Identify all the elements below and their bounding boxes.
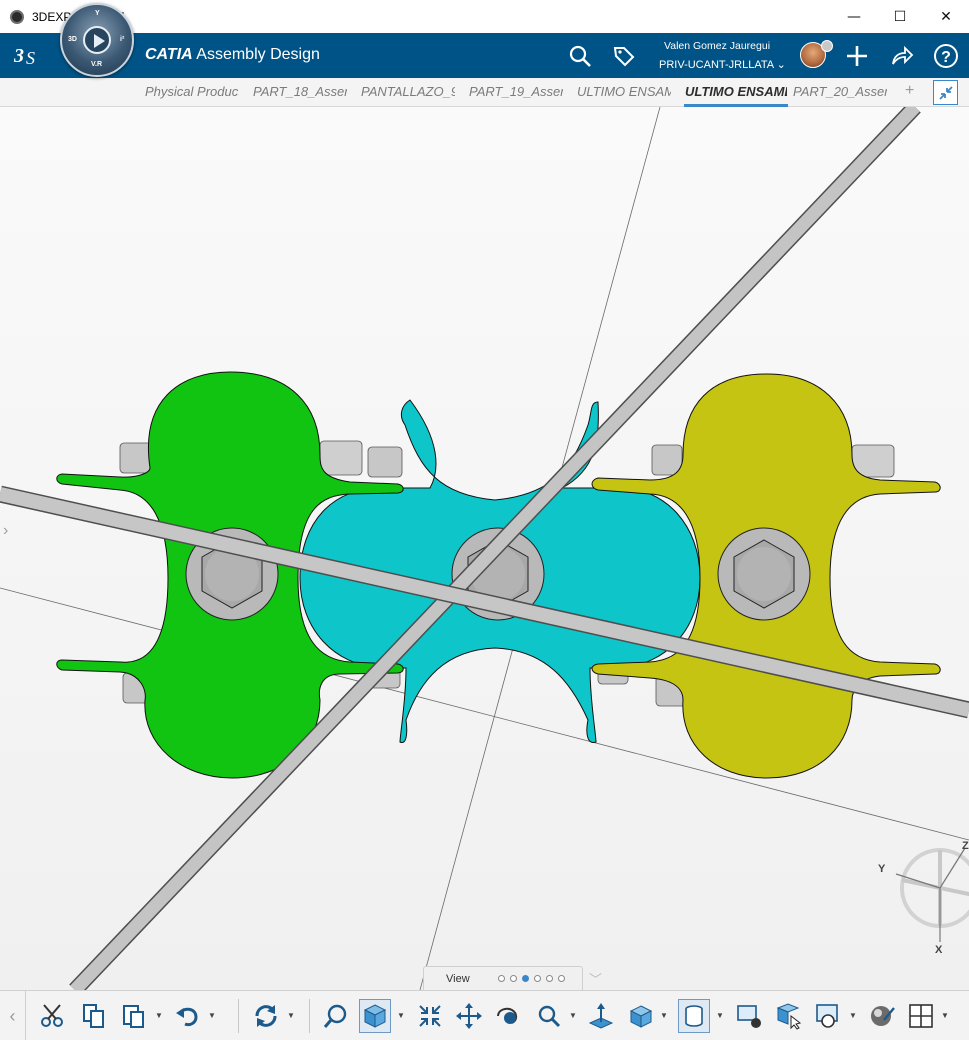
add-tab-button[interactable]: + [905,82,914,100]
tab-bar: Physical Product PART_18_Assembly PANTAL… [0,78,969,107]
chevron-down-icon[interactable]: ▼ [849,1011,857,1020]
app-title: CATIA Assembly Design [145,46,320,64]
compass-label-top: Y [95,10,100,17]
collapse-icon[interactable] [933,80,958,105]
axis-compass[interactable] [895,847,969,942]
view-cube-icon[interactable] [359,999,391,1033]
bolt-right[interactable] [717,527,811,621]
axis-y-label: Y [878,863,886,875]
play-icon[interactable] [83,26,111,54]
assembly-scene[interactable] [0,107,969,990]
view-pager[interactable]: View [423,966,583,990]
material-icon[interactable] [866,999,898,1033]
expand-panel-icon[interactable]: › [3,522,8,540]
view-pager-label: View [446,972,470,985]
axis-x-label: X [935,944,943,956]
pager-dot[interactable] [557,975,565,982]
maximize-button[interactable]: ☐ [877,0,923,33]
chevron-down-icon[interactable]: ▼ [716,1011,724,1020]
scroll-left-icon[interactable]: ‹ [0,991,26,1040]
chevron-down-icon[interactable]: ▼ [287,1011,295,1020]
compass-label-right: i² [120,36,125,43]
tag-icon[interactable] [610,42,638,70]
copy-icon[interactable] [78,999,110,1033]
tenant-selector[interactable]: PRIV-UCANT-JRLLATA ⌄ [659,58,786,71]
help-icon[interactable]: ? [932,42,960,70]
zoom-in-out-icon[interactable] [414,999,446,1033]
chevron-down-icon: ⌄ [776,59,786,71]
svg-text:S: S [26,48,35,68]
fit-all-icon[interactable] [320,999,352,1033]
app-window: 3DEXPERIENCE — ☐ ✕ 3 S CATIA Assembly De… [0,0,969,1040]
tenant-name: PRIV-UCANT-JRLLATA [659,59,774,71]
window-controls: — ☐ ✕ [831,0,969,33]
axis-z-label: Z [962,840,969,852]
render-icon[interactable] [625,999,657,1033]
paste-icon[interactable] [118,999,150,1033]
app-brand: CATIA [145,46,193,63]
compass-widget[interactable]: Y 3D i² V.R [60,3,134,77]
clipping-icon[interactable] [812,999,844,1033]
pager-dot[interactable] [545,975,553,982]
user-name[interactable]: Valen Gomez Jauregui [664,40,770,52]
compass-label-left: 3D [68,36,77,43]
pager-dot[interactable] [533,975,541,982]
chevron-down-icon[interactable]: ▼ [397,1011,405,1020]
tab-pantallazo-9[interactable]: PANTALLAZO_9 [361,84,455,99]
3dexperience-icon [10,9,24,24]
tab-part-19[interactable]: PART_19_Assembly [469,84,563,99]
view-pager-dots [497,975,565,982]
chevron-down-icon[interactable]: ▼ [660,1011,668,1020]
toolbar-separator [309,999,310,1033]
tab-ultimo-ensamblaje-active[interactable]: ULTIMO ENSAMBLAJE [685,84,787,99]
tab-part-20[interactable]: PART_20_Assembly [793,84,887,99]
tab-part-18[interactable]: PART_18_Assembly [253,84,347,99]
window-titlebar: 3DEXPERIENCE — ☐ ✕ [0,0,969,33]
chevron-down-icon[interactable]: ▼ [155,1011,163,1020]
3d-viewport[interactable]: › Y X Z [0,107,969,990]
chevron-down-icon[interactable]: ▼ [569,1011,577,1020]
select-icon[interactable] [772,999,804,1033]
app-header: 3 S CATIA Assembly Design Valen Gomez Ja… [0,33,969,78]
layout-icon[interactable] [905,999,937,1033]
compass-label-bottom: V.R [91,61,103,68]
chevron-down-icon[interactable]: ﹀ [589,969,602,988]
cylinder-icon[interactable] [678,999,710,1033]
cut-icon[interactable] [36,999,68,1033]
minimize-button[interactable]: — [831,0,877,33]
add-icon[interactable] [843,42,871,70]
status-badge [821,40,833,52]
pager-dot-active[interactable] [521,975,529,982]
undo-icon[interactable] [172,999,204,1033]
pager-dot[interactable] [509,975,517,982]
pan-icon[interactable] [453,999,485,1033]
action-bar: ‹ ▼ ▼ ▼ ▼ ▼ ▼ ▼ ▼ ▼ [0,990,969,1040]
pager-dot[interactable] [497,975,505,982]
app-name: Assembly Design [196,46,320,63]
zoom-icon[interactable] [533,999,565,1033]
view-mode-icon[interactable] [733,999,765,1033]
svg-text:3: 3 [13,45,24,67]
normal-view-icon[interactable] [585,999,617,1033]
ds-logo-icon[interactable]: 3 S [12,40,48,70]
update-icon[interactable] [250,999,282,1033]
chevron-down-icon[interactable]: ▼ [941,1011,949,1020]
search-icon[interactable] [566,42,594,70]
rotate-icon[interactable] [492,999,524,1033]
close-button[interactable]: ✕ [923,0,969,33]
svg-text:?: ? [941,49,951,66]
share-icon[interactable] [888,42,916,70]
tab-ultimo-ensamblaje-1[interactable]: ULTIMO ENSAMBLAJE [577,84,671,99]
chevron-down-icon[interactable]: ▼ [208,1011,216,1020]
toolbar-separator [238,999,239,1033]
tab-physical-product[interactable]: Physical Product [145,84,239,99]
